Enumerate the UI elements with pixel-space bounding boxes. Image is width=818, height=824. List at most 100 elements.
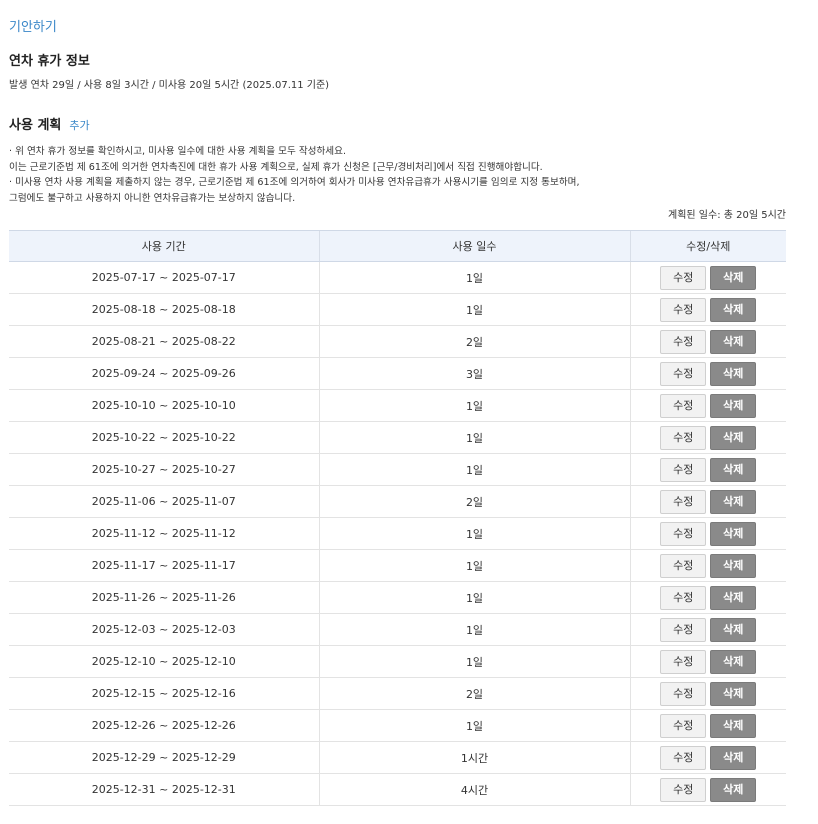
- actions-cell: 수정 삭제: [629, 261, 786, 294]
- plan-note-line: 이는 근로기준법 제 61조에 의거한 연차촉진에 대한 휴가 사용 계획으로,…: [9, 161, 543, 173]
- period-cell: 2025-08-21 ~ 2025-08-22: [9, 325, 319, 358]
- actions-cell: 수정 삭제: [629, 357, 786, 390]
- plan-note-line: · 위 연차 휴가 정보를 확인하시고, 미사용 일수에 대한 사용 계획을 모…: [9, 146, 347, 157]
- days-cell: 2일: [318, 485, 630, 518]
- table-row: 2025-11-26 ~ 2025-11-26 1일 수정 삭제: [9, 581, 786, 614]
- days-cell: 1일: [318, 709, 630, 742]
- period-cell: 2025-11-26 ~ 2025-11-26: [9, 581, 319, 614]
- edit-button[interactable]: 수정: [660, 361, 707, 386]
- days-cell: 1시간: [318, 741, 630, 774]
- table-row: 2025-09-24 ~ 2025-09-26 3일 수정 삭제: [9, 357, 786, 390]
- edit-button[interactable]: 수정: [660, 297, 707, 322]
- period-cell: 2025-09-24 ~ 2025-09-26: [9, 357, 319, 390]
- table-row: 2025-11-12 ~ 2025-11-12 1일 수정 삭제: [9, 517, 786, 550]
- actions-cell: 수정 삭제: [629, 677, 786, 710]
- delete-button[interactable]: 삭제: [710, 553, 757, 578]
- days-cell: 2일: [318, 325, 630, 358]
- edit-button[interactable]: 수정: [660, 425, 707, 450]
- table-row: 2025-12-31 ~ 2025-12-31 4시간 수정 삭제: [9, 773, 786, 806]
- edit-button[interactable]: 수정: [660, 777, 707, 802]
- edit-button[interactable]: 수정: [660, 265, 707, 290]
- delete-button[interactable]: 삭제: [710, 457, 757, 482]
- planned-total: 계획된 일수: 총 20일 5시간: [668, 210, 786, 221]
- days-cell: 1일: [318, 261, 630, 294]
- actions-cell: 수정 삭제: [629, 293, 786, 326]
- plan-note-line: · 미사용 연차 사용 계획을 제출하지 않는 경우, 근로기준법 제 61조에…: [9, 177, 580, 188]
- edit-button[interactable]: 수정: [660, 393, 707, 418]
- actions-cell: 수정 삭제: [629, 421, 786, 454]
- table-row: 2025-12-26 ~ 2025-12-26 1일 수정 삭제: [9, 709, 786, 742]
- actions-cell: 수정 삭제: [629, 389, 786, 422]
- days-cell: 1일: [318, 293, 630, 326]
- edit-button[interactable]: 수정: [660, 617, 707, 642]
- usage-plan-title: 사용 계획: [9, 118, 62, 133]
- delete-button[interactable]: 삭제: [710, 777, 757, 802]
- actions-cell: 수정 삭제: [629, 645, 786, 678]
- delete-button[interactable]: 삭제: [710, 329, 757, 354]
- days-cell: 3일: [318, 357, 630, 390]
- days-cell: 1일: [318, 389, 630, 422]
- delete-button[interactable]: 삭제: [710, 393, 757, 418]
- add-plan-link[interactable]: 추가: [69, 117, 89, 133]
- plan-note-line: 그럼에도 불구하고 사용하지 아니한 연차유급휴가는 보상하지 않습니다.: [9, 192, 296, 204]
- edit-button[interactable]: 수정: [660, 745, 707, 770]
- delete-button[interactable]: 삭제: [710, 745, 757, 770]
- edit-button[interactable]: 수정: [660, 553, 707, 578]
- edit-button[interactable]: 수정: [660, 329, 707, 354]
- table-header-row: 사용 기간 사용 일수 수정/삭제: [9, 230, 786, 262]
- days-cell: 1일: [318, 581, 630, 614]
- delete-button[interactable]: 삭제: [710, 681, 757, 706]
- leave-info-title: 연차 휴가 정보: [9, 54, 90, 69]
- edit-button[interactable]: 수정: [660, 457, 707, 482]
- days-cell: 1일: [318, 645, 630, 678]
- edit-button[interactable]: 수정: [660, 681, 707, 706]
- delete-button[interactable]: 삭제: [710, 265, 757, 290]
- period-cell: 2025-12-31 ~ 2025-12-31: [9, 773, 319, 806]
- delete-button[interactable]: 삭제: [710, 425, 757, 450]
- actions-cell: 수정 삭제: [629, 485, 786, 518]
- table-row: 2025-11-17 ~ 2025-11-17 1일 수정 삭제: [9, 549, 786, 582]
- edit-button[interactable]: 수정: [660, 489, 707, 514]
- delete-button[interactable]: 삭제: [710, 649, 757, 674]
- column-header-actions: 수정/삭제: [629, 230, 786, 262]
- days-cell: 1일: [318, 421, 630, 454]
- actions-cell: 수정 삭제: [629, 549, 786, 582]
- period-cell: 2025-07-17 ~ 2025-07-17: [9, 261, 319, 294]
- usage-plan-table: 사용 기간 사용 일수 수정/삭제 2025-07-17 ~ 2025-07-1…: [9, 230, 786, 806]
- delete-button[interactable]: 삭제: [710, 489, 757, 514]
- delete-button[interactable]: 삭제: [710, 585, 757, 610]
- days-cell: 2일: [318, 677, 630, 710]
- days-cell: 1일: [318, 549, 630, 582]
- delete-button[interactable]: 삭제: [710, 713, 757, 738]
- table-row: 2025-10-22 ~ 2025-10-22 1일 수정 삭제: [9, 421, 786, 454]
- edit-button[interactable]: 수정: [660, 713, 707, 738]
- days-cell: 4시간: [318, 773, 630, 806]
- delete-button[interactable]: 삭제: [710, 297, 757, 322]
- period-cell: 2025-11-12 ~ 2025-11-12: [9, 517, 319, 550]
- days-cell: 1일: [318, 517, 630, 550]
- actions-cell: 수정 삭제: [629, 325, 786, 358]
- delete-button[interactable]: 삭제: [710, 521, 757, 546]
- actions-cell: 수정 삭제: [629, 709, 786, 742]
- column-header-days: 사용 일수: [318, 230, 630, 262]
- table-row: 2025-08-18 ~ 2025-08-18 1일 수정 삭제: [9, 293, 786, 326]
- table-row: 2025-07-17 ~ 2025-07-17 1일 수정 삭제: [9, 261, 786, 294]
- period-cell: 2025-10-10 ~ 2025-10-10: [9, 389, 319, 422]
- edit-button[interactable]: 수정: [660, 649, 707, 674]
- column-header-period: 사용 기간: [9, 230, 319, 262]
- table-row: 2025-11-06 ~ 2025-11-07 2일 수정 삭제: [9, 485, 786, 518]
- edit-button[interactable]: 수정: [660, 521, 707, 546]
- edit-button[interactable]: 수정: [660, 585, 707, 610]
- actions-cell: 수정 삭제: [629, 581, 786, 614]
- period-cell: 2025-08-18 ~ 2025-08-18: [9, 293, 319, 326]
- period-cell: 2025-10-27 ~ 2025-10-27: [9, 453, 319, 486]
- actions-cell: 수정 삭제: [629, 517, 786, 550]
- delete-button[interactable]: 삭제: [710, 361, 757, 386]
- table-row: 2025-10-10 ~ 2025-10-10 1일 수정 삭제: [9, 389, 786, 422]
- delete-button[interactable]: 삭제: [710, 617, 757, 642]
- period-cell: 2025-12-26 ~ 2025-12-26: [9, 709, 319, 742]
- days-cell: 1일: [318, 453, 630, 486]
- period-cell: 2025-10-22 ~ 2025-10-22: [9, 421, 319, 454]
- draft-link[interactable]: 기안하기: [9, 16, 57, 35]
- actions-cell: 수정 삭제: [629, 773, 786, 806]
